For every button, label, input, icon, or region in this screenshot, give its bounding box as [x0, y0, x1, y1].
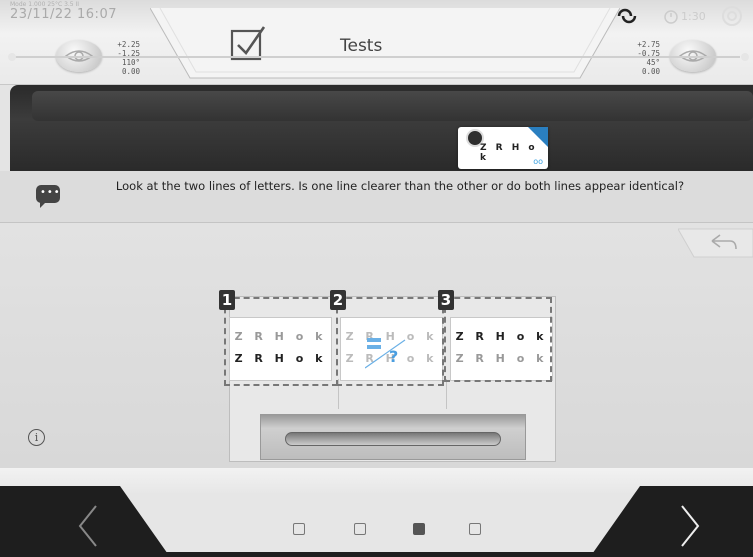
column-divider [446, 379, 447, 409]
left-add: 0.00 [121, 67, 140, 76]
connection-icon[interactable] [615, 6, 639, 26]
page-indicator-3[interactable] [413, 523, 425, 535]
next-arrow-icon[interactable] [660, 498, 720, 548]
chart-slot-bar [285, 432, 501, 446]
right-add: 0.00 [641, 67, 660, 76]
timeline-start-dot [8, 53, 16, 61]
timer-icon [664, 10, 678, 24]
left-eye-refraction: +2.25 -1.25 110° 0.00 [100, 40, 140, 76]
option-1-number: 1 [219, 290, 235, 310]
patient-badge-icon [528, 127, 548, 147]
left-axis: 110° [121, 58, 140, 67]
footer [0, 468, 753, 557]
page-indicator-1[interactable] [293, 523, 305, 535]
option-2-number: 2 [330, 290, 346, 310]
status-meta: Mode 1.000 25°C 3.5 II 23/11/22 16:07 [10, 0, 117, 22]
title-tab [150, 8, 620, 79]
chart-slot [260, 414, 526, 460]
page-indicator-4[interactable] [469, 523, 481, 535]
option-1-outline[interactable] [224, 297, 338, 386]
datetime: 23/11/22 16:07 [10, 7, 117, 22]
timeline-header-bar [32, 91, 753, 121]
right-eye-refraction: +2.75 -0.75 45° 0.00 [620, 40, 660, 76]
undo-button[interactable] [678, 227, 753, 259]
timeline-band [10, 85, 753, 171]
info-icon[interactable]: i [28, 429, 45, 446]
previous-arrow-icon[interactable] [60, 498, 120, 548]
timeline-line [12, 56, 740, 58]
option-2-outline[interactable] [336, 297, 444, 386]
chat-bubble-icon: ••• [36, 185, 60, 208]
top-right-icons: 1:30 [603, 4, 753, 28]
thumbnail-badge: oo [533, 157, 543, 166]
question-bar: ••• Look at the two lines of letters. Is… [0, 171, 753, 223]
option-3-number: 3 [438, 290, 454, 310]
right-axis: 45° [646, 58, 660, 67]
current-test-thumbnail[interactable]: Z R H o k oo [458, 127, 548, 169]
left-sph: +2.25 [117, 40, 140, 49]
timeline-end-dot [741, 53, 749, 61]
header: Mode 1.000 25°C 3.5 II 23/11/22 16:07 +2… [0, 0, 753, 85]
option-3-outline[interactable] [444, 297, 552, 382]
timer-text: 1:30 [681, 10, 706, 23]
right-sph: +2.75 [637, 40, 660, 49]
page-indicator-2[interactable] [354, 523, 366, 535]
question-text: Look at the two lines of letters. Is one… [115, 179, 685, 193]
page-title: Tests [340, 36, 383, 56]
main-panel: Z R H o k Z R H o k Z R H o k Z R H o k … [0, 223, 753, 468]
power-icon[interactable] [721, 5, 743, 27]
